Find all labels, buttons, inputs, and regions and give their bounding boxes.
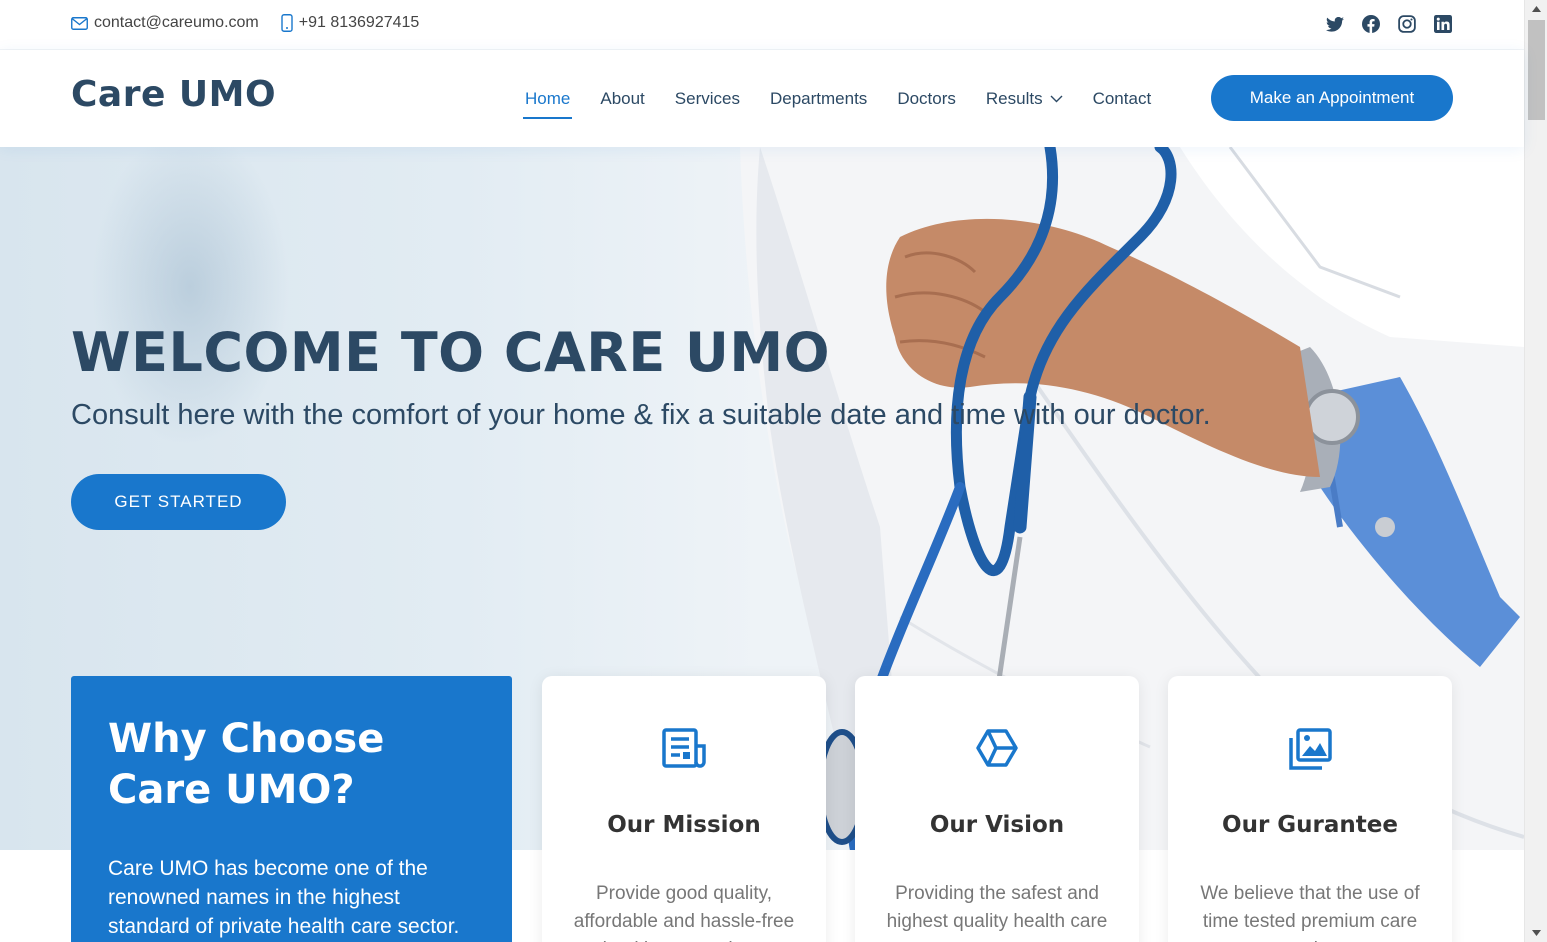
phone-text: +91 8136927415 bbox=[298, 14, 420, 31]
phone-link[interactable]: +91 8136927415 bbox=[281, 14, 420, 32]
social-links bbox=[1309, 14, 1453, 34]
nav-services[interactable]: Services bbox=[660, 50, 755, 147]
page-scrollbar[interactable] bbox=[1524, 0, 1547, 942]
document-icon bbox=[662, 728, 706, 773]
nav-results-label: Results bbox=[985, 88, 1043, 108]
mission-card: Our Mission Provide good quality, afford… bbox=[542, 676, 826, 942]
envelope-icon bbox=[71, 16, 88, 30]
main-nav: Home About Services Departments Doctors … bbox=[510, 50, 1166, 147]
phone-icon bbox=[281, 14, 293, 32]
guarantee-text: We believe that the use of time tested p… bbox=[1200, 883, 1420, 942]
vision-title: Our Vision bbox=[929, 812, 1065, 838]
why-choose-title: Why Choose Care UMO? bbox=[108, 716, 385, 813]
facebook-icon[interactable] bbox=[1361, 14, 1381, 34]
nav-doctors[interactable]: Doctors bbox=[882, 50, 971, 147]
mission-text: Provide good quality, affordable and has… bbox=[573, 883, 795, 942]
nav-services-label: Services bbox=[674, 88, 740, 108]
nav-about-label: About bbox=[600, 88, 645, 108]
hero-subtitle: Consult here with the comfort of your ho… bbox=[71, 399, 1211, 431]
scroll-thumb[interactable] bbox=[1528, 20, 1545, 120]
images-icon bbox=[1288, 728, 1332, 775]
mission-title: Our Mission bbox=[607, 812, 761, 838]
site-header: Care UMO Home About Services Departments… bbox=[0, 50, 1524, 147]
nav-contact[interactable]: Contact bbox=[1078, 50, 1167, 147]
email-text: contact@careumo.com bbox=[94, 14, 259, 31]
nav-departments-label: Departments bbox=[769, 88, 868, 108]
site-logo[interactable]: Care UMO bbox=[71, 74, 276, 115]
nav-home[interactable]: Home bbox=[510, 50, 585, 147]
why-choose-box: Why Choose Care UMO? Care UMO has become… bbox=[71, 676, 512, 942]
vision-text: Providing the safest and highest quality… bbox=[886, 883, 1108, 942]
guarantee-card: Our Gurantee We believe that the use of … bbox=[1168, 676, 1452, 942]
topbar: contact@careumo.com +91 8136927415 bbox=[0, 0, 1524, 50]
get-started-button[interactable]: GET STARTED bbox=[71, 474, 286, 530]
topbar-contact: contact@careumo.com +91 8136927415 bbox=[71, 14, 441, 32]
twitter-icon[interactable] bbox=[1325, 14, 1345, 34]
nav-results[interactable]: Results bbox=[971, 50, 1078, 147]
nav-about[interactable]: About bbox=[585, 50, 659, 147]
linkedin-icon[interactable] bbox=[1433, 14, 1453, 34]
nav-home-label: Home bbox=[525, 88, 571, 108]
scroll-up-arrow[interactable] bbox=[1525, 0, 1547, 18]
email-link[interactable]: contact@careumo.com bbox=[71, 14, 259, 32]
nav-doctors-label: Doctors bbox=[897, 88, 956, 108]
hero-title: WELCOME TO CARE UMO bbox=[71, 321, 831, 384]
instagram-icon[interactable] bbox=[1397, 14, 1417, 34]
cube-icon bbox=[976, 728, 1018, 773]
nav-contact-label: Contact bbox=[1092, 88, 1152, 108]
chevron-down-icon bbox=[1050, 95, 1063, 103]
scroll-down-arrow[interactable] bbox=[1525, 924, 1547, 942]
make-appointment-button[interactable]: Make an Appointment bbox=[1211, 75, 1453, 121]
why-choose-text: Care UMO has become one of the renowned … bbox=[108, 857, 460, 938]
guarantee-title: Our Gurantee bbox=[1222, 812, 1398, 838]
vision-card: Our Vision Providing the safest and high… bbox=[855, 676, 1139, 942]
nav-departments[interactable]: Departments bbox=[755, 50, 882, 147]
